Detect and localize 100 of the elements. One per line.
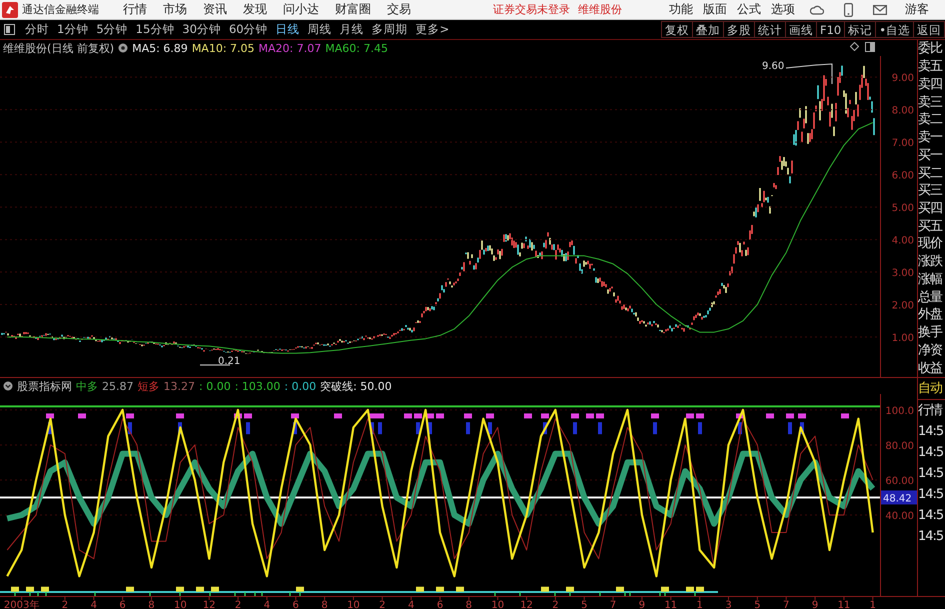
notice-link[interactable]: 证券交易未登录 xyxy=(493,2,570,17)
indicator-value: 突破线: 50.00 xyxy=(320,378,392,394)
phone-icon[interactable] xyxy=(844,2,853,16)
menu-item[interactable]: 市场 xyxy=(163,1,187,18)
panel-label: 行情 xyxy=(918,402,944,420)
period-tab[interactable]: 5分钟 xyxy=(95,22,129,37)
low-price-label: 0.21 xyxy=(218,356,240,367)
toolbar-button[interactable]: 画线 xyxy=(784,21,817,38)
leader-line xyxy=(786,63,832,84)
price-axis-label: 7.00 xyxy=(892,138,914,150)
quote-field-label: 卖二 xyxy=(918,111,944,129)
quote-field-label: 委比 xyxy=(918,40,944,58)
trade-time: 14:5 xyxy=(918,507,944,525)
period-tab[interactable]: 周线 xyxy=(306,22,333,37)
date-axis-label: 8 xyxy=(466,600,472,609)
quote-field-label: 买二 xyxy=(918,164,944,182)
current-value-label: 48.42 xyxy=(881,490,917,504)
trade-time: 14:5 xyxy=(918,444,944,462)
toolbar-button[interactable]: 多股 xyxy=(722,21,755,38)
toolbar-button[interactable]: 标记 xyxy=(844,21,876,38)
quote-field-label: 外盘 xyxy=(918,306,944,324)
date-axis-label: 1 xyxy=(696,600,703,609)
quote-field-label: 卖五 xyxy=(918,58,944,76)
menu-item[interactable]: 问小达 xyxy=(283,1,319,18)
indicator-value: 短多 xyxy=(138,378,160,394)
cloud-icon[interactable] xyxy=(810,4,824,16)
date-axis-label: 4 xyxy=(264,600,270,609)
date-axis-label: 2 xyxy=(552,600,559,609)
menu-item[interactable]: 版面 xyxy=(703,1,727,18)
toolbar-button[interactable]: •自选 xyxy=(875,21,914,38)
quote-field-label: 买一 xyxy=(918,146,944,164)
date-axis-label: 2 xyxy=(62,600,68,609)
date-axis-label: 2 xyxy=(379,600,386,609)
date-axis-label: 10 xyxy=(347,600,360,609)
menu-item[interactable]: 行情 xyxy=(123,1,147,18)
date-axis-label: 12 xyxy=(520,600,533,609)
quote-field-label: 总量 xyxy=(918,288,944,306)
trade-time: 14:5 xyxy=(918,423,944,441)
trade-time: 14:5 xyxy=(918,528,944,546)
toolbar-button[interactable]: 叠加 xyxy=(692,21,724,38)
period-tab[interactable]: 月线 xyxy=(338,22,365,37)
quote-field-label: 买四 xyxy=(918,200,943,218)
notice-link[interactable]: 维维股份 xyxy=(578,2,622,17)
indicator-name: 股票指标网 xyxy=(17,378,72,394)
quote-field-label: 净资 xyxy=(918,342,944,360)
date-axis-label: 4 xyxy=(408,600,414,609)
price-axis-label: 4.00 xyxy=(892,236,914,247)
date-axis-label: 7 xyxy=(610,600,616,609)
date-axis-label: 9 xyxy=(638,600,646,609)
indicator-value: : 0.00 xyxy=(284,380,316,392)
quote-field-label: 收益 xyxy=(918,360,944,377)
date-axis-label: 2003年 xyxy=(4,600,40,609)
diamond-icon[interactable] xyxy=(850,42,859,51)
menu-item[interactable]: 选项 xyxy=(771,1,795,18)
window-icon[interactable] xyxy=(865,42,875,52)
moving-average-value: MA60: 7.45 xyxy=(325,42,388,54)
toolbar-button[interactable]: 复权 xyxy=(660,21,693,38)
price-axis-label: 1.00 xyxy=(892,333,914,344)
toolbar-button[interactable]: 统计 xyxy=(754,21,786,38)
date-axis-label: 11 xyxy=(838,600,850,609)
menu-item[interactable]: 功能 xyxy=(669,1,693,18)
mode-button[interactable]: 自动 xyxy=(918,378,945,400)
indicator-axis-label: 60.00 xyxy=(885,476,914,487)
high-price-label: 9.60 xyxy=(762,61,784,72)
panel-toggle-icon[interactable] xyxy=(4,24,15,35)
quote-field-label: 涨幅 xyxy=(918,270,944,288)
indicator-axis-label: 40.00 xyxy=(885,510,914,522)
chart-title: 维维股份(日线 前复权) xyxy=(3,40,114,56)
toolbar-button[interactable]: F10 xyxy=(816,21,846,38)
menu-item[interactable]: 资讯 xyxy=(203,1,227,18)
period-tab[interactable]: 更多> xyxy=(414,22,450,37)
period-tab[interactable]: 多周期 xyxy=(370,22,409,37)
period-tab[interactable]: 1分钟 xyxy=(56,22,90,37)
mail-icon[interactable] xyxy=(873,4,887,14)
date-axis-label: 5 xyxy=(754,600,761,609)
quote-field-label: 涨跌 xyxy=(918,253,944,271)
toolbar-button[interactable]: 返回 xyxy=(913,21,945,38)
date-axis-label: 5 xyxy=(581,600,588,609)
menu-item[interactable]: 财富圈 xyxy=(335,1,371,18)
indicator-axis-label: 100.0 xyxy=(885,406,914,417)
moving-average-value: MA20: 7.07 xyxy=(258,42,322,54)
date-axis-label: 3 xyxy=(725,600,732,609)
price-axis-label: 3.00 xyxy=(892,268,914,280)
date-axis-label: 10 xyxy=(174,600,187,609)
period-tab[interactable]: 30分钟 xyxy=(181,22,222,37)
quote-field-label: 买三 xyxy=(918,182,944,200)
menu-item[interactable]: 交易 xyxy=(387,1,411,18)
moving-average-value: MA5: 6.89 xyxy=(132,42,188,54)
chevron-circle-icon[interactable] xyxy=(3,381,13,391)
menu-item[interactable]: 公式 xyxy=(737,1,761,18)
date-axis-label: 8 xyxy=(321,600,328,609)
gear-icon[interactable] xyxy=(118,43,128,53)
user-label[interactable]: 游客 xyxy=(905,1,929,18)
period-tab[interactable]: 60分钟 xyxy=(228,22,269,37)
indicator-axis-label: 80.00 xyxy=(885,440,914,452)
period-tab[interactable]: 15分钟 xyxy=(134,22,176,37)
price-axis-label: 2.00 xyxy=(892,300,914,312)
period-tab[interactable]: 分时 xyxy=(24,22,50,37)
period-tab[interactable]: 日线 xyxy=(274,22,301,37)
menu-item[interactable]: 发现 xyxy=(243,1,267,18)
